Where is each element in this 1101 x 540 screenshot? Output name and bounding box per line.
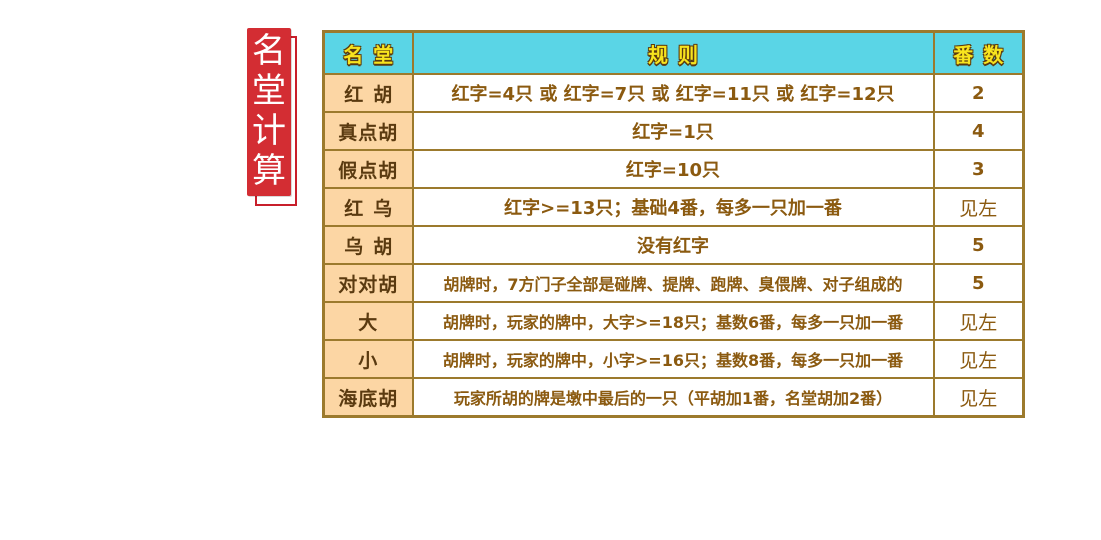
row-name-cell: 假点胡	[322, 149, 414, 189]
row-fan-cell: 4	[932, 111, 1025, 151]
table-row: 乌胡 没有红字 5	[322, 225, 1025, 265]
row-fan-cell: 见左	[932, 187, 1025, 227]
row-name-label: 红胡	[344, 83, 403, 106]
row-name-label: 海底胡	[338, 387, 399, 410]
row-rule-label: 红字=10只	[625, 160, 721, 181]
row-rule-cell: 红字=10只	[411, 149, 935, 189]
row-fan-cell: 5	[932, 263, 1025, 303]
row-name-label: 大	[358, 311, 379, 334]
table-row: 假点胡 红字=10只 3	[322, 149, 1025, 189]
row-fan-label: 见左	[959, 349, 998, 372]
row-fan-label: 见左	[959, 387, 998, 410]
row-fan-cell: 2	[932, 73, 1025, 113]
row-name-cell: 大	[322, 301, 414, 341]
row-rule-cell: 胡牌时，玩家的牌中，大字>=18只；基数6番，每多一只加一番	[411, 301, 935, 341]
row-rule-label: 胡牌时，玩家的牌中，大字>=18只；基数6番，每多一只加一番	[442, 313, 904, 332]
row-fan-label: 3	[971, 158, 985, 180]
row-name-cell: 乌胡	[322, 225, 414, 265]
row-name-label: 真点胡	[338, 121, 399, 144]
table-row: 红胡 红字=4只 或 红字=7只 或 红字=11只 或 红字=12只 2	[322, 73, 1025, 113]
side-title-char: 名	[252, 31, 286, 71]
table-row: 对对胡 胡牌时，7方门子全部是碰牌、提牌、跑牌、臭偎牌、对子组成的 5	[322, 263, 1025, 303]
row-name-label: 小	[358, 349, 379, 372]
row-name-cell: 红乌	[322, 187, 414, 227]
row-rule-cell: 红字>=13只；基础4番，每多一只加一番	[411, 187, 935, 227]
row-rule-label: 红字=1只	[632, 122, 714, 143]
row-name-label: 红乌	[344, 197, 403, 220]
row-name-cell: 小	[322, 339, 414, 379]
row-name-label: 乌胡	[344, 235, 403, 258]
row-fan-label: 5	[971, 234, 985, 256]
row-fan-cell: 见左	[932, 301, 1025, 341]
row-fan-cell: 3	[932, 149, 1025, 189]
row-rule-cell: 胡牌时，玩家的牌中，小字>=16只；基数8番，每多一只加一番	[411, 339, 935, 379]
row-rule-label: 玩家所胡的牌是墩中最后的一只（平胡加1番，名堂胡加2番）	[453, 389, 893, 408]
header-name-label: 名堂	[343, 42, 404, 67]
side-title-panel: 名 堂 计 算	[247, 28, 291, 196]
row-fan-cell: 见左	[932, 339, 1025, 379]
table-row: 大 胡牌时，玩家的牌中，大字>=18只；基数6番，每多一只加一番 见左	[322, 301, 1025, 341]
row-rule-cell: 没有红字	[411, 225, 935, 265]
side-title-badge: 名 堂 计 算	[247, 28, 299, 208]
row-rule-cell: 红字=4只 或 红字=7只 或 红字=11只 或 红字=12只	[411, 73, 935, 113]
header-fan-cell: 番数	[932, 30, 1025, 75]
row-name-cell: 真点胡	[322, 111, 414, 151]
header-name-cell: 名堂	[322, 30, 414, 75]
row-rule-cell: 红字=1只	[411, 111, 935, 151]
row-name-label: 对对胡	[338, 273, 399, 296]
row-rule-label: 胡牌时，7方门子全部是碰牌、提牌、跑牌、臭偎牌、对子组成的	[443, 275, 903, 294]
row-name-cell: 对对胡	[322, 263, 414, 303]
header-rule-cell: 规则	[411, 30, 935, 75]
row-rule-label: 红字=4只 或 红字=7只 或 红字=11只 或 红字=12只	[451, 84, 895, 105]
table-row: 真点胡 红字=1只 4	[322, 111, 1025, 151]
side-title-char: 算	[252, 151, 286, 191]
row-rule-cell: 胡牌时，7方门子全部是碰牌、提牌、跑牌、臭偎牌、对子组成的	[411, 263, 935, 303]
row-fan-label: 4	[971, 120, 985, 142]
row-rule-label: 胡牌时，玩家的牌中，小字>=16只；基数8番，每多一只加一番	[442, 351, 904, 370]
row-name-cell: 海底胡	[322, 377, 414, 418]
row-rule-label: 红字>=13只；基础4番，每多一只加一番	[504, 198, 842, 219]
row-fan-label: 见左	[959, 311, 998, 334]
header-rule-label: 规则	[648, 42, 708, 67]
table-row: 海底胡 玩家所胡的牌是墩中最后的一只（平胡加1番，名堂胡加2番） 见左	[322, 377, 1025, 418]
row-fan-cell: 见左	[932, 377, 1025, 418]
row-fan-cell: 5	[932, 225, 1025, 265]
table-row: 红乌 红字>=13只；基础4番，每多一只加一番 见左	[322, 187, 1025, 227]
table-header-row: 名堂 规则 番数	[322, 30, 1025, 75]
row-rule-cell: 玩家所胡的牌是墩中最后的一只（平胡加1番，名堂胡加2番）	[411, 377, 935, 418]
side-title-char: 堂	[252, 71, 286, 111]
row-name-cell: 红胡	[322, 73, 414, 113]
header-fan-label: 番数	[953, 42, 1014, 67]
row-fan-label: 5	[971, 272, 985, 294]
row-fan-label: 见左	[959, 197, 998, 220]
row-fan-label: 2	[971, 82, 985, 104]
row-name-label: 假点胡	[338, 159, 399, 182]
side-title-char: 计	[252, 111, 286, 151]
page-canvas: 名 堂 计 算 名堂 规则 番数 红胡 红字=4只 或 红字=7只 或 红字=1…	[0, 0, 1101, 540]
row-rule-label: 没有红字	[637, 236, 709, 257]
table-row: 小 胡牌时，玩家的牌中，小字>=16只；基数8番，每多一只加一番 见左	[322, 339, 1025, 379]
scoring-rules-table: 名堂 规则 番数 红胡 红字=4只 或 红字=7只 或 红字=11只 或 红字=…	[322, 30, 1025, 418]
